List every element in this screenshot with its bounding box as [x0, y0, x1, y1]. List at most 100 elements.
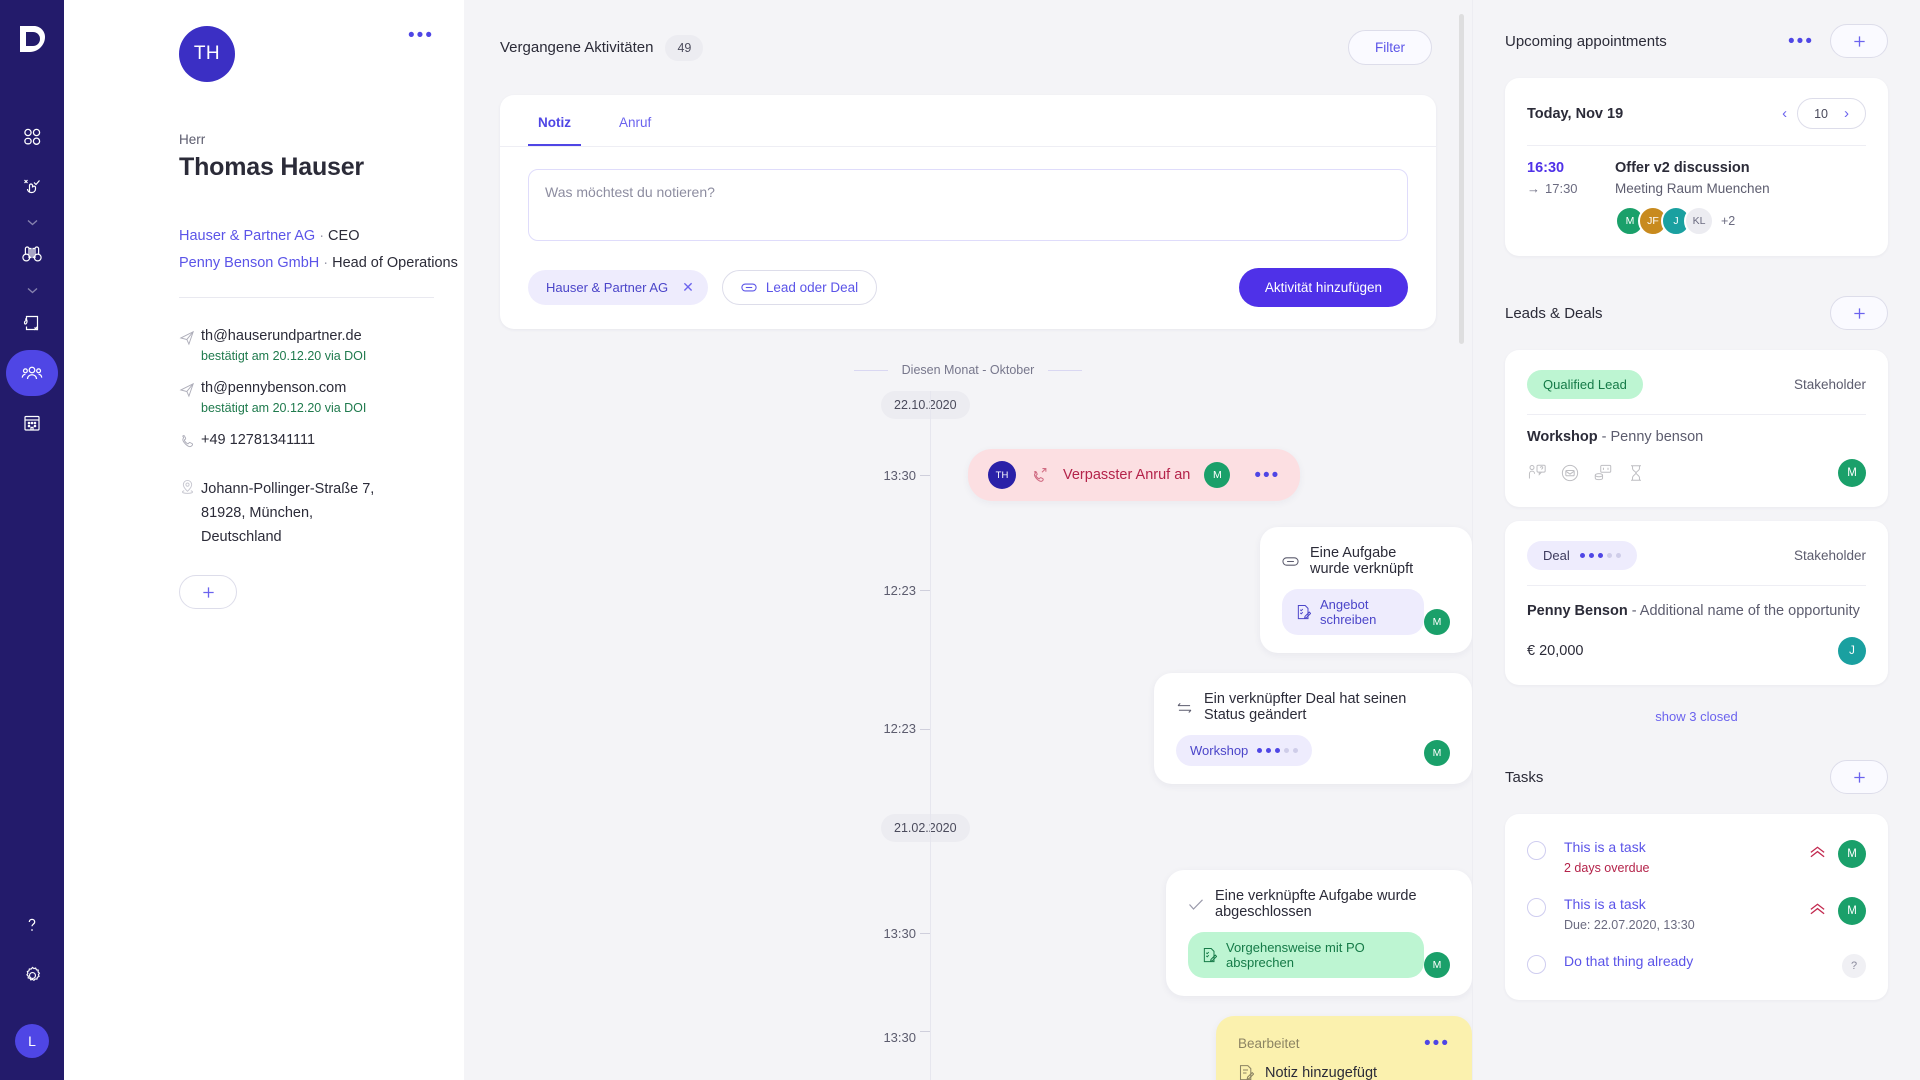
task-done-card[interactable]: Eine verknüpfte Aufgabe wurde abgeschlos… — [1166, 870, 1472, 996]
email-confirmation: bestätigt am 20.12.20 via DOI — [201, 349, 367, 363]
timeline-row: 13:30 Eine verknüpfte Aufgabe wurde abge… — [500, 870, 1472, 996]
timeline-time: 13:30 — [500, 468, 930, 483]
add-lead-button[interactable] — [1830, 296, 1888, 330]
completed-task-tag[interactable]: Vorgehensweise mit PO absprechen — [1188, 932, 1424, 978]
deal-stage-pips — [1257, 748, 1299, 753]
missed-call-card[interactable]: TH Verpasster Anruf an M ••• — [968, 449, 1301, 501]
left-nav-rail: L — [0, 0, 64, 1080]
pip — [1293, 748, 1299, 753]
appointments-title: Upcoming appointments — [1505, 32, 1667, 50]
deal-card[interactable]: Deal Stakeholder Penny Benson - Addition… — [1505, 521, 1888, 685]
deal-divider — [1527, 585, 1866, 586]
task-title[interactable]: Do that thing already — [1564, 953, 1842, 969]
deal-badge-label: Deal — [1543, 548, 1570, 563]
phone-value[interactable]: +49 12781341111 — [201, 432, 434, 448]
timeline-time: 13:30 — [500, 926, 930, 941]
timeline-date-badge: 21.02.2020 — [881, 814, 970, 842]
appointment-item[interactable]: 16:30 → 17:30 Offer v2 discussion Meetin… — [1527, 160, 1866, 236]
appointment-time: 16:30 → 17:30 — [1527, 160, 1597, 236]
tab-notiz[interactable]: Notiz — [528, 95, 581, 146]
task-checkbox[interactable] — [1527, 898, 1546, 917]
deal-status-card[interactable]: Ein verknüpfter Deal hat seinen Status g… — [1154, 673, 1472, 784]
add-activity-button[interactable]: Aktivität hinzufügen — [1238, 268, 1408, 307]
add-appointment-button[interactable] — [1830, 24, 1888, 58]
scrollbar-thumb[interactable] — [1459, 14, 1464, 344]
email-value[interactable]: th@pennybenson.com — [201, 380, 434, 396]
sidebar-item-prospecting[interactable] — [9, 232, 55, 278]
task-checkbox[interactable] — [1527, 841, 1546, 860]
timeline-card-note[interactable]: Bearbeitet ••• Notiz hinzugefügt — [1216, 1016, 1472, 1080]
sidebar-item-contacts[interactable] — [6, 350, 58, 396]
task-body: Do that thing already — [1564, 953, 1842, 969]
tab-anruf[interactable]: Anruf — [609, 95, 661, 146]
timeline-card-missed-call[interactable]: TH Verpasster Anruf an M ••• — [968, 449, 1301, 501]
note-card-title: Notiz hinzugefügt — [1265, 1064, 1378, 1080]
card-body: Ein verknüpfter Deal hat seinen Status g… — [1176, 691, 1424, 766]
check-icon — [1188, 898, 1204, 911]
task-linked-card[interactable]: Eine Aufgabe wurde verknüpft Angebot sch… — [1260, 527, 1472, 653]
tasks-section-header: Tasks — [1505, 760, 1888, 794]
close-icon[interactable]: ✕ — [682, 279, 694, 296]
linked-deal-tag[interactable]: Workshop — [1176, 735, 1313, 766]
contact-more-options-button[interactable]: ••• — [408, 26, 434, 45]
appointment-location: Meeting Raum Muenchen — [1615, 181, 1770, 196]
timeline-card-deal-status[interactable]: Ein verknüpfter Deal hat seinen Status g… — [1154, 673, 1472, 784]
contact-organizations: Hauser & Partner AG · CEO Penny Benson Gmb… — [179, 228, 458, 271]
current-user-avatar[interactable]: L — [15, 1024, 49, 1058]
sidebar-item-companies[interactable] — [9, 400, 55, 446]
help-button[interactable] — [9, 902, 55, 948]
separator-line-right — [1048, 369, 1083, 371]
pipeline-expand-caret[interactable] — [27, 214, 38, 230]
entry-more-options-button[interactable]: ••• — [1254, 466, 1280, 485]
timeline-card-task-linked[interactable]: Eine Aufgabe wurde verknüpft Angebot sch… — [1260, 527, 1472, 653]
appointments-more-options-button[interactable]: ••• — [1788, 32, 1814, 51]
settings-button[interactable] — [9, 952, 55, 998]
binoculars-icon — [22, 246, 42, 262]
priority-high-icon — [1809, 845, 1826, 864]
lead-name: Workshop — [1527, 429, 1598, 445]
add-contact-field-button[interactable] — [179, 575, 237, 609]
prospecting-expand-caret[interactable] — [27, 282, 38, 298]
link-lead-or-deal-button[interactable]: Lead oder Deal — [721, 270, 878, 305]
linked-task-tag[interactable]: Angebot schreiben — [1282, 589, 1424, 635]
task-owner-avatar: M — [1838, 840, 1866, 868]
add-task-button[interactable] — [1830, 760, 1888, 794]
contact-divider — [179, 297, 434, 298]
appointment-end-time: → 17:30 — [1527, 181, 1597, 196]
show-closed-link[interactable]: show 3 closed — [1505, 699, 1888, 724]
envelope-icon — [1561, 464, 1579, 482]
sidebar-item-dashboard[interactable] — [9, 114, 55, 160]
chevron-right-icon[interactable]: › — [1840, 105, 1853, 122]
timeline-time: 12:23 — [500, 583, 930, 598]
sidebar-item-pipeline[interactable] — [9, 164, 55, 210]
app-logo-icon[interactable] — [15, 22, 49, 56]
sidebar-item-documents[interactable] — [9, 300, 55, 346]
appointment-start-time: 16:30 — [1527, 160, 1565, 176]
appointments-page-selector[interactable]: 10 › — [1797, 98, 1866, 129]
organization-link[interactable]: Hauser & Partner AG — [179, 228, 315, 244]
task-title[interactable]: This is a task — [1564, 839, 1809, 855]
task-title[interactable]: This is a task — [1564, 896, 1809, 912]
filter-button[interactable]: Filter — [1348, 30, 1432, 65]
deal-card-footer: € 20,000 J — [1527, 637, 1866, 665]
task-checkbox[interactable] — [1527, 955, 1546, 974]
plus-icon — [1853, 35, 1865, 47]
address-line: 81928, München, — [201, 505, 314, 521]
timeline-card-task-done[interactable]: Eine verknüpfte Aufgabe wurde abgeschlos… — [1166, 870, 1472, 996]
contact-header: TH ••• — [179, 26, 434, 82]
missed-call-text: Verpasster Anruf an — [1063, 467, 1191, 483]
entry-more-options-button[interactable]: ••• — [1424, 1034, 1450, 1053]
attendees-overflow-count: +2 — [1721, 214, 1736, 228]
pip — [1275, 748, 1281, 753]
chevron-left-icon[interactable]: ‹ — [1778, 105, 1791, 122]
lead-card[interactable]: Qualified Lead Stakeholder Workshop - Pe… — [1505, 350, 1888, 507]
composer-tabs: Notiz Anruf — [500, 95, 1436, 147]
email-value[interactable]: th@hauserundpartner.de — [201, 328, 434, 344]
organization-row: Hauser & Partner AG · CEO — [179, 228, 434, 244]
associated-company-chip[interactable]: Hauser & Partner AG ✕ — [528, 270, 708, 305]
timeline-scrollbar[interactable] — [1459, 14, 1464, 1066]
note-input[interactable] — [528, 169, 1408, 241]
app-root: L TH ••• Herr Thomas Hauser Hauser & Par… — [0, 0, 1920, 1080]
note-card[interactable]: Bearbeitet ••• Notiz hinzugefügt — [1216, 1016, 1472, 1080]
organization-link[interactable]: Penny Benson GmbH — [179, 255, 319, 271]
